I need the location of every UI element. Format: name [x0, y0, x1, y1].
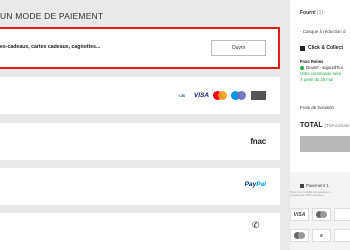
mastercard-badge-icon [312, 208, 331, 221]
store-info: Fnac Reims Ouvert - aujourd'hui Votre co… [300, 59, 343, 83]
fnac-logo-icon: fnac [250, 137, 266, 146]
click-collect-label: Click & Collect [308, 45, 344, 51]
paypal-option[interactable]: PayPal [0, 168, 280, 205]
paypal-logo-icon: PayPal [245, 181, 266, 188]
store-date: À partir du 26 mai [300, 77, 334, 82]
card-logos: CB VISA [174, 91, 266, 100]
mastercard-logo-icon [213, 91, 228, 100]
supplier-count: (1) [316, 10, 324, 16]
supplier-name: Fourni [300, 10, 316, 16]
bank-card-option[interactable]: CB VISA [0, 77, 280, 114]
secure-text-line-2: Le paiement 100% sécurisé p [290, 194, 325, 198]
store-icon [300, 45, 305, 51]
gift-card-option[interactable]: es-cadeaux, cartes cadeaux, cagnottes...… [0, 27, 280, 69]
apple-pay-logo-icon [251, 91, 266, 100]
open-button[interactable]: Ouvrir [211, 40, 266, 56]
section-title: UN MODE DE PAIEMENT [0, 11, 104, 21]
visa-badge-icon: VISA [290, 208, 309, 221]
supplier-label: Fourni (1) [300, 10, 323, 16]
click-collect[interactable]: Click & Collect [300, 45, 343, 51]
total-vat: (TVA incluse [324, 123, 350, 128]
checkout-page: UN MODE DE PAIEMENT es-cadeaux, cartes c… [0, 0, 350, 250]
secure-title: Paiement 1 [300, 183, 329, 188]
paypal-pal: Pal [256, 181, 266, 188]
open-dot-icon [300, 66, 304, 70]
total-label: TOTAL [300, 122, 323, 129]
maestro-badge-icon [290, 229, 309, 242]
shipping-fees: Frais de livraison [300, 105, 335, 110]
fnac-card-option[interactable]: fnac [0, 123, 280, 160]
pay-button[interactable]: Pa [300, 136, 350, 152]
other-badge-icon [334, 229, 350, 242]
payment-methods: UN MODE DE PAIEMENT es-cadeaux, cartes c… [0, 0, 280, 250]
paypal-pay: Pay [244, 181, 257, 188]
total: TOTAL (TVA incluse [300, 122, 349, 129]
carte-bleue-logo-icon [231, 91, 248, 100]
cb-logo-icon: CB [174, 91, 190, 100]
product-line: - Casque à réduction d [300, 29, 346, 34]
gift-card-label: es-cadeaux, cartes cadeaux, cagnottes... [0, 44, 101, 50]
phone-icon: ✆ [252, 220, 260, 230]
secure-payment: Paiement 1 Toutes les modalités de paiem… [290, 172, 350, 250]
lock-icon [300, 183, 304, 188]
e-card-badge-icon: e [312, 229, 331, 242]
secure-title-label: Paiement 1 [306, 183, 329, 188]
card-badge-icon [334, 208, 350, 221]
secure-text: Toutes les modalités de paiement s Le pa… [290, 191, 350, 198]
visa-logo-icon: VISA [193, 92, 210, 99]
phone-option[interactable]: ✆ [0, 213, 280, 250]
